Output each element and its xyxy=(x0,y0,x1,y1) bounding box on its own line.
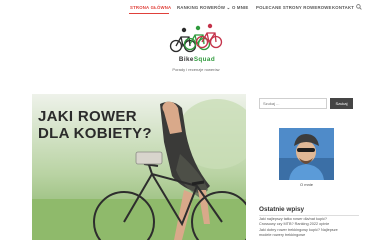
author-caption[interactable]: O mnie xyxy=(279,182,334,187)
author-avatar[interactable] xyxy=(279,128,334,180)
nav-item-recommended[interactable]: POLECANE STRONY ROWEROWE xyxy=(256,5,332,10)
top-navigation: STRONA GŁÓWNA RANKING ROWERÓW ⌄ O MNIE P… xyxy=(0,0,390,16)
author-photo xyxy=(279,128,334,180)
nav-item-about[interactable]: O MNIE xyxy=(232,5,248,10)
hero-title: JAKI ROWER DLA KOBIETY? xyxy=(38,108,152,142)
nav-item-ranking-label: RANKING ROWERÓW xyxy=(177,5,226,10)
active-nav-underline xyxy=(129,13,169,14)
site-name-part2: Squad xyxy=(193,56,216,63)
nav-item-home[interactable]: STRONA GŁÓWNA xyxy=(130,5,171,10)
recent-posts-divider xyxy=(259,215,359,216)
hero-title-line2: DLA KOBIETY? xyxy=(38,125,152,142)
site-name[interactable]: BikeSquad xyxy=(169,56,225,63)
nav-item-ranking[interactable]: RANKING ROWERÓW ⌄ xyxy=(177,5,230,11)
hero-title-line1: JAKI ROWER xyxy=(38,108,137,125)
nav-item-contact[interactable]: KONTAKT xyxy=(332,5,354,10)
site-name-part1: Bike xyxy=(178,56,194,63)
recent-posts-list: Jaki najlepszy tatko rower dla/nat kupić… xyxy=(259,217,369,239)
sidebar-search-input[interactable] xyxy=(259,98,327,109)
recent-post-link[interactable]: modele rowery trekkingowe xyxy=(259,233,369,238)
sidebar-search-button[interactable]: Szukaj xyxy=(330,98,353,109)
site-tagline: Porady i recenzje rowerów xyxy=(172,67,220,72)
search-icon[interactable] xyxy=(356,4,362,10)
chevron-down-icon: ⌄ xyxy=(226,5,231,10)
recent-posts-title: Ostatnie wpisy xyxy=(259,206,305,213)
featured-post-image[interactable]: JAKI ROWER DLA KOBIETY? xyxy=(32,94,246,240)
